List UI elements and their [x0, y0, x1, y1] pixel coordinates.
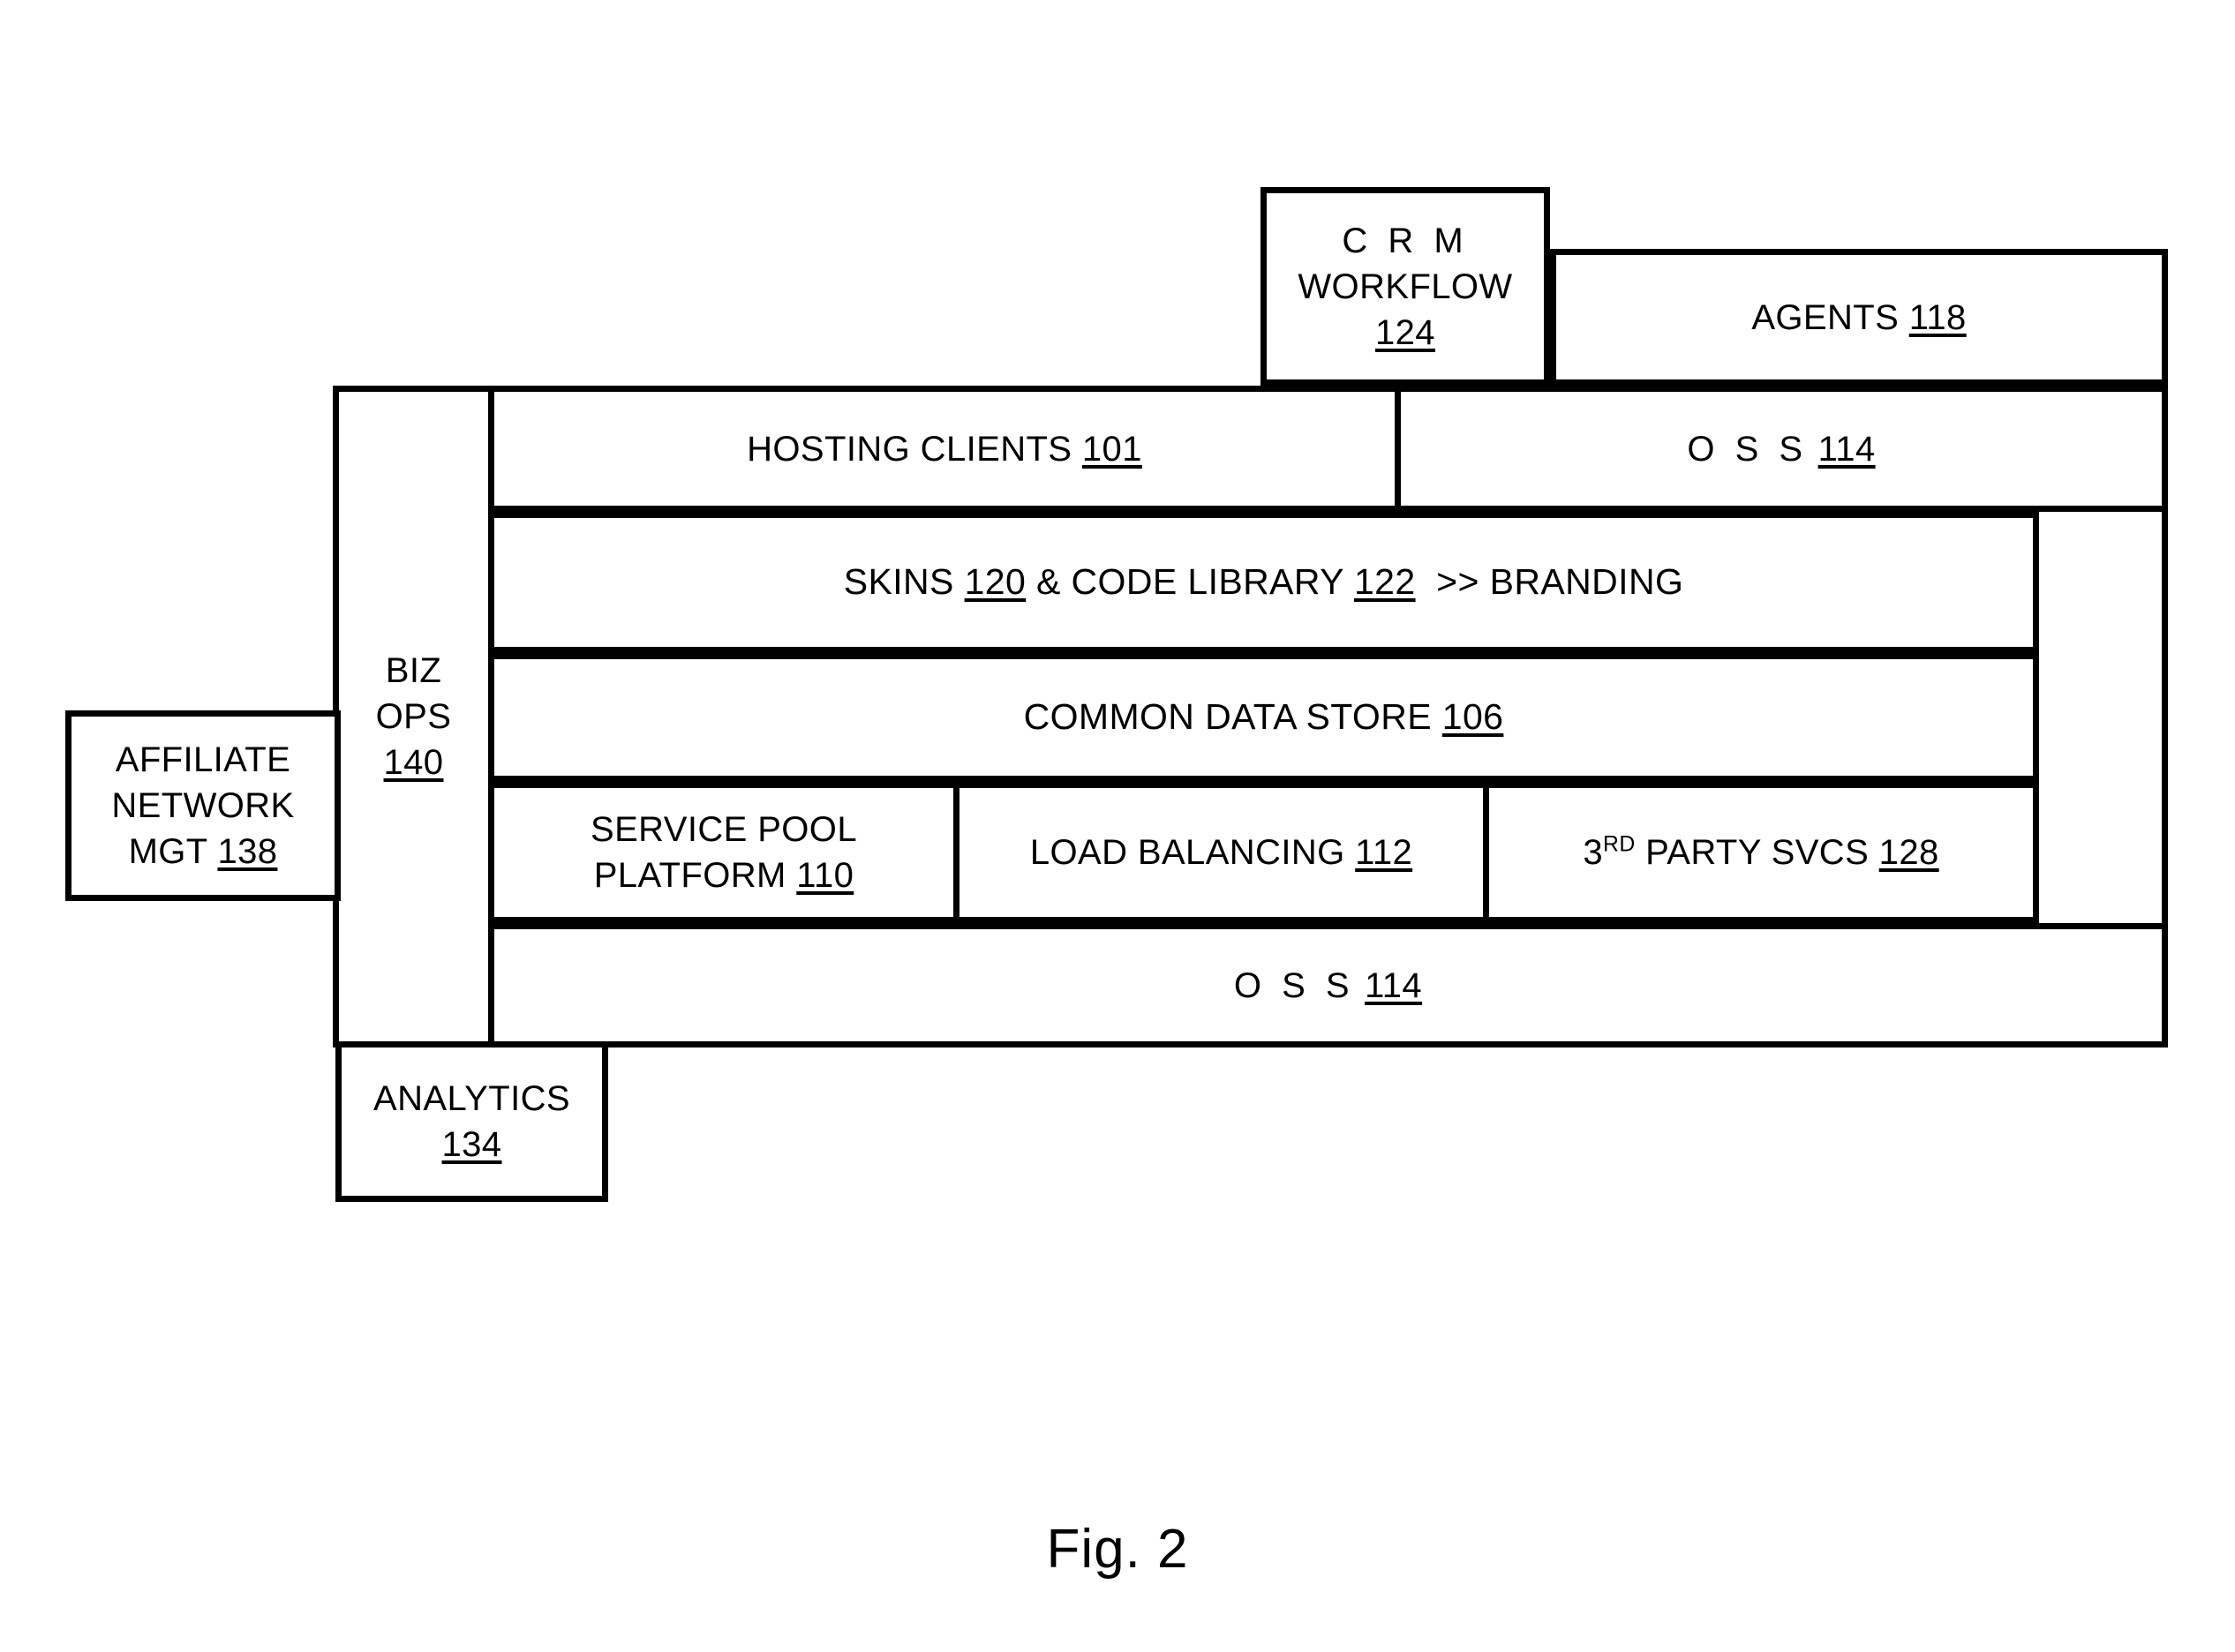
- agents-ref: 118: [1908, 297, 1967, 337]
- figure-canvas: C R M WORKFLOW 124 AGENTS 118 BIZ OPS 14…: [0, 0, 2235, 1652]
- block-oss-upper-label: O S S 114: [1678, 426, 1884, 472]
- crm-line2: WORKFLOW: [1298, 267, 1513, 306]
- analytics-ref: 134: [441, 1125, 502, 1164]
- block-service-pool-label: SERVICE POOL PLATFORM 110: [582, 807, 866, 898]
- agents-text: AGENTS: [1751, 297, 1900, 337]
- block-crm-workflow[interactable]: C R M WORKFLOW 124: [1260, 187, 1550, 386]
- skins-part2: & CODE LIBRARY: [1036, 561, 1344, 603]
- biz-ops-line1: BIZ: [385, 651, 442, 690]
- common-data-text: COMMON DATA STORE: [1023, 696, 1432, 738]
- block-biz-ops-label: BIZ OPS 140: [367, 648, 461, 785]
- block-oss-lower[interactable]: O S S 114: [488, 923, 2168, 1048]
- load-balancing-text: LOAD BALANCING: [1029, 833, 1345, 872]
- biz-ops-ref: 140: [383, 743, 444, 782]
- block-agents-label: AGENTS 118: [1742, 295, 1975, 341]
- affiliate-line3: MGT: [128, 832, 207, 871]
- block-analytics[interactable]: ANALYTICS 134: [335, 1041, 608, 1202]
- block-oss-upper[interactable]: O S S 114: [1395, 386, 2168, 512]
- hosting-clients-text: HOSTING CLIENTS: [747, 429, 1072, 469]
- hosting-clients-ref: 101: [1081, 429, 1142, 469]
- skins-ref2: 122: [1353, 561, 1416, 603]
- analytics-text: ANALYTICS: [373, 1079, 570, 1118]
- block-oss-lower-label: O S S 114: [1225, 963, 1431, 1009]
- oss-upper-ref: 114: [1817, 429, 1876, 469]
- service-pool-line2: PLATFORM: [593, 856, 786, 895]
- block-affiliate-label: AFFILIATE NETWORK MGT 138: [102, 737, 303, 875]
- block-agents[interactable]: AGENTS 118: [1550, 249, 2168, 386]
- crm-workflow-connector-line: [1395, 386, 1401, 512]
- block-third-party-services[interactable]: 3RD PARTY SVCS 128: [1483, 782, 2039, 923]
- block-service-pool-platform[interactable]: SERVICE POOL PLATFORM 110: [488, 782, 959, 923]
- block-third-party-label: 3RD PARTY SVCS 128: [1574, 830, 1947, 875]
- third-party-prefix: 3: [1583, 833, 1604, 872]
- affiliate-ref: 138: [217, 832, 278, 871]
- affiliate-line1: AFFILIATE: [115, 740, 291, 779]
- third-party-text: PARTY SVCS: [1645, 833, 1870, 872]
- block-load-balancing-label: LOAD BALANCING 112: [1021, 830, 1421, 875]
- block-skins-label: SKINS 120 & CODE LIBRARY 122 >> BRANDING: [835, 559, 1693, 605]
- biz-ops-line2: OPS: [375, 697, 452, 736]
- block-hosting-clients[interactable]: HOSTING CLIENTS 101: [488, 386, 1401, 512]
- oss-lower-text: O S S: [1233, 965, 1355, 1005]
- skins-part1: SKINS: [843, 561, 954, 603]
- block-hosting-clients-label: HOSTING CLIENTS 101: [738, 426, 1151, 472]
- block-crm-workflow-label: C R M WORKFLOW 124: [1289, 218, 1521, 356]
- block-analytics-label: ANALYTICS 134: [365, 1076, 579, 1168]
- crm-ref: 124: [1375, 312, 1435, 352]
- block-biz-ops[interactable]: BIZ OPS 140: [333, 386, 494, 1048]
- crm-line1: C R M: [1342, 221, 1469, 260]
- service-pool-ref: 110: [796, 856, 854, 895]
- oss-upper-text: O S S: [1687, 429, 1809, 469]
- block-skins-code-library[interactable]: SKINS 120 & CODE LIBRARY 122 >> BRANDING: [488, 512, 2039, 653]
- block-common-data-store-label: COMMON DATA STORE 106: [1015, 694, 1513, 740]
- service-pool-line1: SERVICE POOL: [591, 810, 857, 849]
- block-affiliate-network-mgt[interactable]: AFFILIATE NETWORK MGT 138: [65, 710, 341, 901]
- block-load-balancing[interactable]: LOAD BALANCING 112: [953, 782, 1489, 923]
- oss-lower-ref: 114: [1365, 965, 1423, 1005]
- common-data-ref: 106: [1441, 696, 1504, 738]
- skins-ref1: 120: [964, 561, 1027, 603]
- figure-caption: Fig. 2: [1046, 1519, 1189, 1580]
- third-party-ref: 128: [1878, 833, 1939, 872]
- third-party-ordinal: RD: [1603, 832, 1636, 857]
- load-balancing-ref: 112: [1355, 833, 1413, 872]
- affiliate-line2: NETWORK: [111, 786, 295, 825]
- block-common-data-store[interactable]: COMMON DATA STORE 106: [488, 653, 2039, 782]
- skins-part3: >> BRANDING: [1436, 561, 1684, 603]
